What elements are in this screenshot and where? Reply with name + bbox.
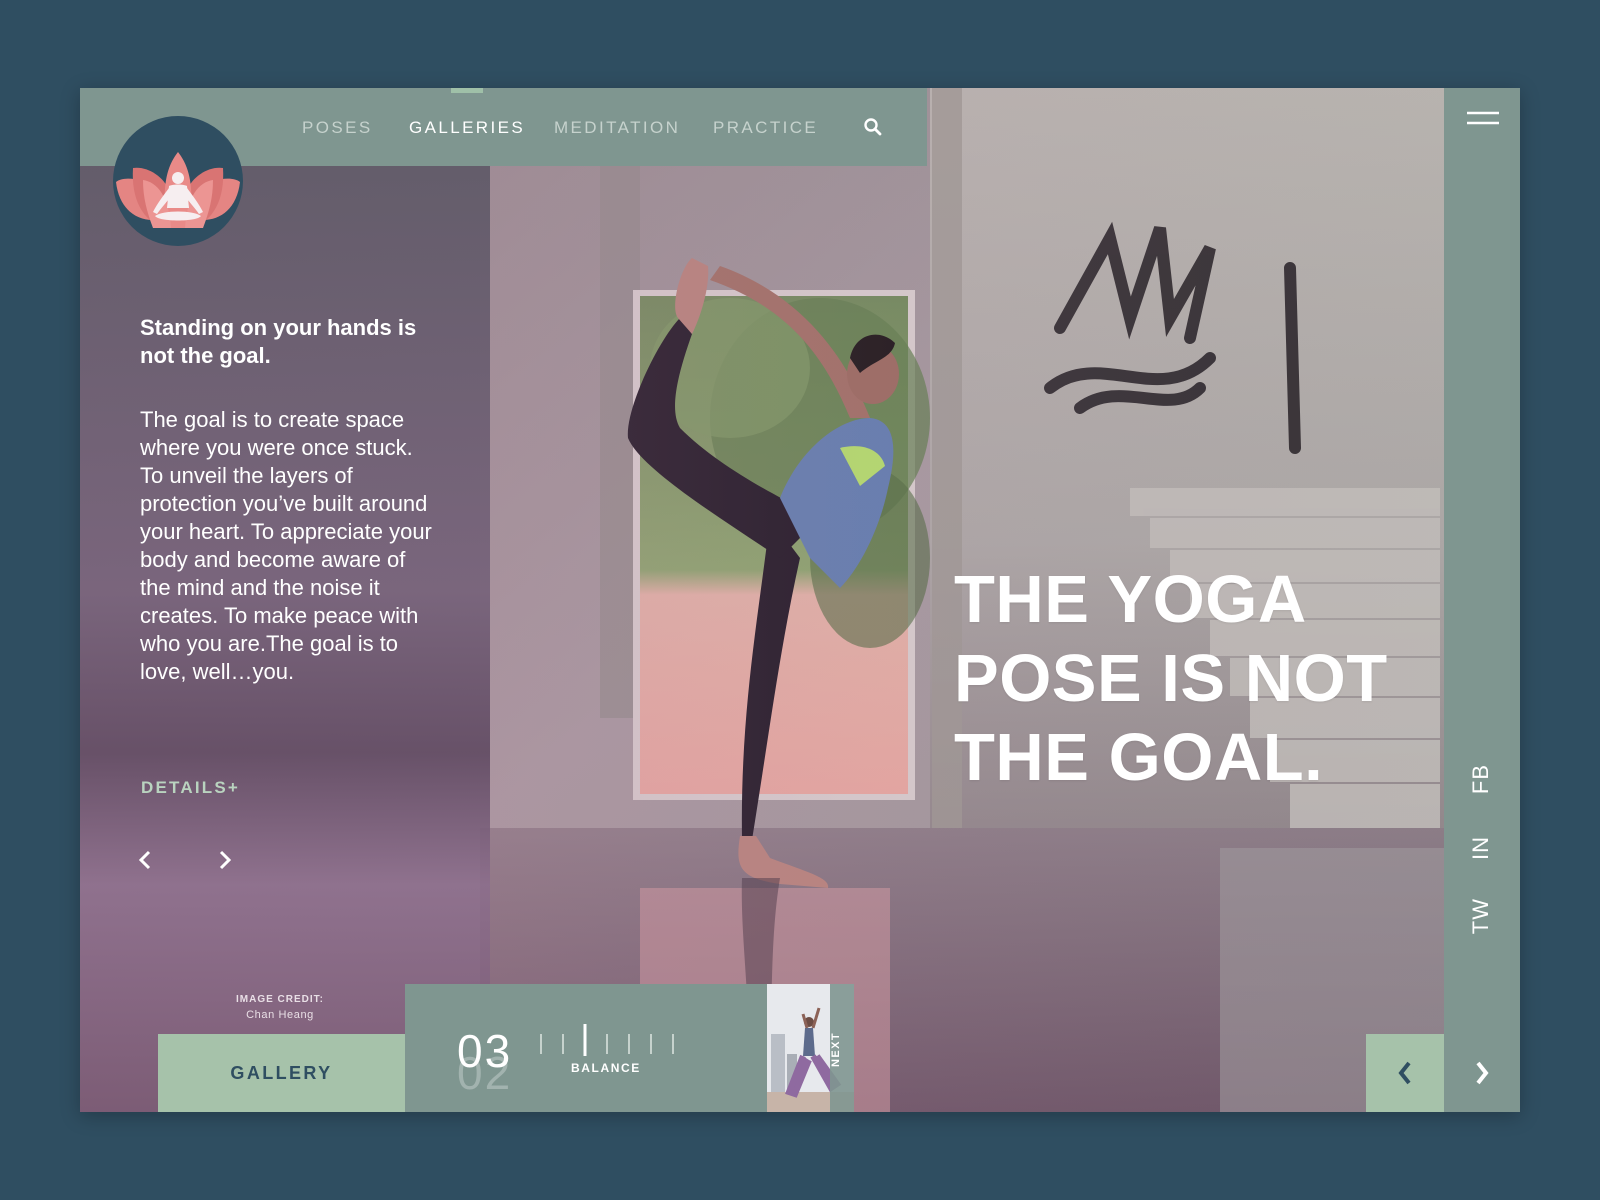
chevron-right-icon xyxy=(1476,1061,1489,1085)
image-credit-name: Chan Heang xyxy=(246,1009,314,1021)
menu-icon[interactable] xyxy=(1467,110,1499,128)
gallery-button[interactable]: GALLERY xyxy=(158,1034,405,1112)
chevron-left-icon xyxy=(1398,1061,1411,1085)
next-slide-button[interactable] xyxy=(1444,1034,1520,1112)
chevron-left-icon[interactable] xyxy=(136,848,154,872)
pose-counter: 02 03 BALANCE xyxy=(405,984,767,1112)
panel-body-text: The goal is to create space where you we… xyxy=(140,407,432,684)
search-icon[interactable] xyxy=(863,117,883,137)
lotus-logo[interactable] xyxy=(113,116,243,246)
panel-headline: Standing on your hands is not the goal. xyxy=(140,315,417,368)
social-link-twitter[interactable]: TW xyxy=(1468,898,1494,934)
nav-item-galleries[interactable]: GALLERIES xyxy=(409,118,525,138)
lotus-meditation-icon xyxy=(116,152,240,228)
nav-item-meditation[interactable]: MEDITATION xyxy=(554,118,680,138)
nav-item-poses[interactable]: POSES xyxy=(302,118,373,138)
chevron-right-icon[interactable] xyxy=(216,848,234,872)
image-credit-label: IMAGE CREDIT: xyxy=(236,994,324,1005)
details-link[interactable]: DETAILS+ xyxy=(141,778,240,798)
yoga-gallery-card: POSES GALLERIES MEDITATION PRACTICE Stan… xyxy=(80,88,1520,1112)
next-label: NEXT xyxy=(830,1032,842,1068)
hero-title: THE YOGA POSE IS NOT THE GOAL. xyxy=(954,562,1388,795)
nav-item-practice[interactable]: PRACTICE xyxy=(713,118,818,138)
social-link-facebook[interactable]: FB xyxy=(1468,764,1494,794)
social-link-linkedin[interactable]: IN xyxy=(1468,836,1494,860)
prev-slide-button[interactable] xyxy=(1366,1034,1444,1112)
active-tab-indicator xyxy=(451,88,483,93)
counter-current: 03 xyxy=(457,1025,513,1077)
pose-name: BALANCE xyxy=(571,1061,641,1075)
progress-ticks xyxy=(540,1024,674,1056)
right-sidebar: FB IN TW xyxy=(1444,88,1520,1034)
next-pose-thumbnail[interactable]: NEXT xyxy=(767,984,854,1112)
